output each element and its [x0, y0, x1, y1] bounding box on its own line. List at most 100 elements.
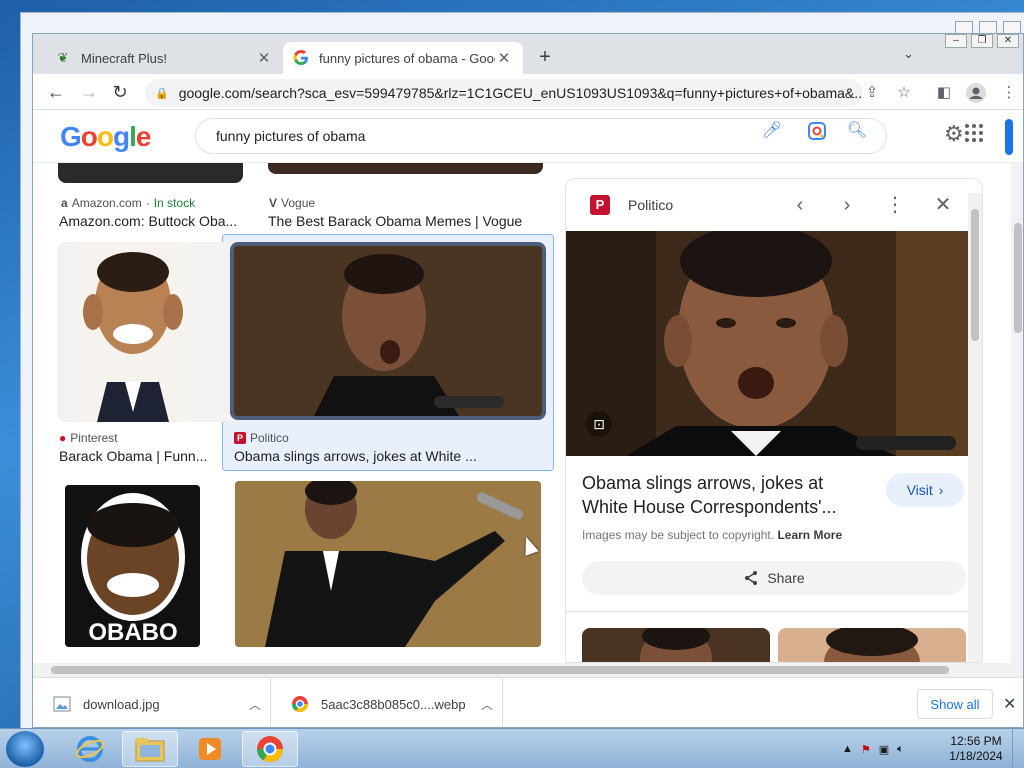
search-query: funny pictures of obama — [216, 128, 366, 144]
show-all-button[interactable]: Show all — [917, 689, 993, 719]
visit-button[interactable]: Visit › — [886, 473, 964, 507]
result-source: P Politico — [234, 431, 289, 445]
chrome-window: ❦ Minecraft Plus! ✕ funny pictures of ob… — [32, 33, 1024, 728]
result-caption[interactable]: Amazon.com: Buttock Oba... — [59, 213, 244, 229]
tab-search-chevron-icon[interactable]: ⌄ — [903, 46, 914, 62]
chrome-taskbar-icon[interactable] — [242, 731, 298, 767]
result-caption[interactable]: Barack Obama | Funn... — [59, 448, 239, 464]
chevron-up-icon[interactable]: ︿ — [472, 696, 502, 713]
horizontal-scrollbar[interactable] — [33, 663, 1023, 677]
media-player-icon[interactable] — [182, 731, 238, 767]
close-tab-icon[interactable]: ✕ — [495, 49, 513, 67]
chevron-up-icon[interactable]: ︿ — [240, 696, 270, 713]
internet-explorer-icon[interactable] — [62, 731, 118, 767]
lens-camera-icon[interactable] — [805, 119, 829, 143]
file-explorer-icon[interactable] — [122, 731, 178, 767]
browser-toolbar: ← → ↻ 🔒 google.com/search?sca_esv=599479… — [33, 74, 1023, 110]
search-icon[interactable]: 🔍︎ — [845, 119, 869, 143]
result-source: V Vogue — [269, 196, 316, 210]
minimize-icon[interactable]: – — [945, 34, 967, 48]
share-page-icon[interactable]: ⇪ — [861, 82, 883, 104]
system-clock[interactable]: 12:56 PM 1/18/2024 — [944, 734, 1008, 764]
panel-scrollbar[interactable] — [968, 193, 982, 662]
microphone-icon[interactable]: 🎤︎ — [760, 119, 784, 143]
lock-icon[interactable]: 🔒 — [155, 87, 169, 100]
share-icon — [745, 571, 758, 585]
copyright-notice: Images may be subject to copyright. Lear… — [582, 528, 843, 542]
panel-source-name[interactable]: Politico — [628, 197, 673, 213]
vogue-icon: V — [269, 196, 278, 210]
learn-more-link[interactable]: Learn More — [777, 528, 842, 542]
close-icon[interactable]: ✕ — [929, 191, 957, 219]
related-image[interactable] — [778, 628, 966, 662]
tab-title: Minecraft Plus! — [81, 50, 167, 66]
restore-icon[interactable]: ❐ — [971, 34, 993, 48]
result-source: a Amazon.com · In stock — [61, 196, 196, 210]
close-icon[interactable]: ✕ — [1003, 694, 1016, 714]
more-options-icon[interactable]: ⋮ — [881, 191, 909, 219]
close-icon[interactable]: ✕ — [997, 34, 1019, 48]
show-desktop-button[interactable] — [1012, 729, 1024, 768]
result-thumbnail[interactable] — [235, 481, 541, 647]
bookmark-star-icon[interactable]: ☆ — [893, 82, 915, 104]
show-hidden-icons-icon[interactable]: ▲ — [842, 743, 853, 755]
download-item[interactable]: 5aac3c88b085c0....webp ︿ — [271, 678, 503, 727]
leaf-icon: ❦ — [57, 50, 69, 65]
gear-icon[interactable]: ⚙ — [944, 121, 964, 147]
result-thumbnail-selected[interactable] — [230, 242, 546, 420]
lens-search-icon[interactable]: ⊡ — [586, 411, 612, 437]
result-source: ● Pinterest — [59, 431, 118, 445]
tab-google-search[interactable]: funny pictures of obama - Googl ✕ — [283, 42, 523, 74]
google-logo[interactable]: Google — [60, 121, 151, 153]
forward-arrow-icon[interactable]: → — [78, 81, 100, 103]
divider — [566, 611, 982, 612]
image-results-grid: a Amazon.com · In stock Amazon.com: Buttoc… — [33, 143, 563, 663]
chevron-right-icon[interactable]: › — [833, 191, 861, 219]
taskbar: ▲ ⚑ ▣ 🔈︎ 12:56 PM 1/18/2024 — [0, 728, 1024, 768]
new-tab-button[interactable]: + — [533, 46, 557, 69]
poster-text: OBABO — [88, 619, 177, 646]
related-image[interactable] — [582, 628, 770, 662]
politico-icon: P — [234, 432, 246, 444]
google-header: Google funny pictures of obama 🎤︎ 🔍︎ ⚙ — [33, 111, 1023, 163]
volume-icon[interactable]: 🔈︎ — [897, 743, 904, 756]
politico-logo-icon: P — [590, 195, 610, 215]
reload-icon[interactable]: ↻ — [109, 81, 131, 103]
image-file-icon — [53, 696, 71, 712]
network-icon[interactable]: ▣ — [879, 743, 889, 756]
tab-title: funny pictures of obama - Googl — [319, 50, 495, 66]
tab-strip: ❦ Minecraft Plus! ✕ funny pictures of ob… — [33, 34, 1023, 74]
chevron-right-icon: › — [938, 482, 944, 498]
system-tray: ▲ ⚑ ▣ 🔈︎ — [842, 729, 904, 768]
sign-in-button[interactable] — [1005, 119, 1013, 155]
preview-image[interactable]: ⊡ — [566, 231, 982, 456]
image-preview-panel: P Politico ‹ › ⋮ ✕ ⊡ Obama slings arrows… — [565, 178, 983, 663]
chevron-left-icon[interactable]: ‹ — [786, 191, 814, 219]
google-icon — [293, 50, 309, 66]
action-center-icon[interactable]: ⚑ — [861, 743, 871, 756]
apps-grid-icon[interactable] — [965, 124, 983, 142]
page-scrollbar[interactable] — [1011, 163, 1023, 663]
panel-header: P Politico ‹ › ⋮ ✕ — [566, 179, 982, 231]
panel-image-title[interactable]: Obama slings arrows, jokes at White Hous… — [582, 471, 872, 519]
result-caption[interactable]: Obama slings arrows, jokes at White ... — [234, 448, 534, 464]
back-arrow-icon[interactable]: ← — [45, 81, 67, 103]
close-tab-icon[interactable]: ✕ — [255, 49, 273, 67]
url-text: google.com/search?sca_esv=599479785&rlz=… — [178, 85, 863, 101]
result-thumbnail[interactable] — [57, 242, 243, 422]
start-button[interactable] — [6, 731, 44, 767]
tab-minecraft[interactable]: ❦ Minecraft Plus! ✕ — [45, 42, 283, 74]
result-thumbnail[interactable]: OBABO — [65, 485, 200, 647]
downloads-bar: download.jpg ︿ 5aac3c88b085c0....webp ︿ … — [33, 677, 1023, 727]
menu-kebab-icon[interactable]: ⋮ — [998, 82, 1020, 104]
address-bar[interactable]: 🔒 google.com/search?sca_esv=599479785&rl… — [145, 79, 863, 107]
result-caption[interactable]: The Best Barack Obama Memes | Vogue — [268, 213, 548, 229]
amazon-icon: a — [61, 196, 68, 210]
pinterest-icon: ● — [59, 431, 67, 445]
profile-avatar-icon[interactable] — [965, 82, 987, 104]
chrome-file-icon — [291, 696, 309, 713]
download-item[interactable]: download.jpg ︿ — [33, 678, 271, 727]
share-button[interactable]: Share — [582, 561, 966, 595]
google-images-page: Google funny pictures of obama 🎤︎ 🔍︎ ⚙ a… — [33, 111, 1023, 663]
side-panel-icon[interactable]: ◧ — [933, 82, 955, 104]
